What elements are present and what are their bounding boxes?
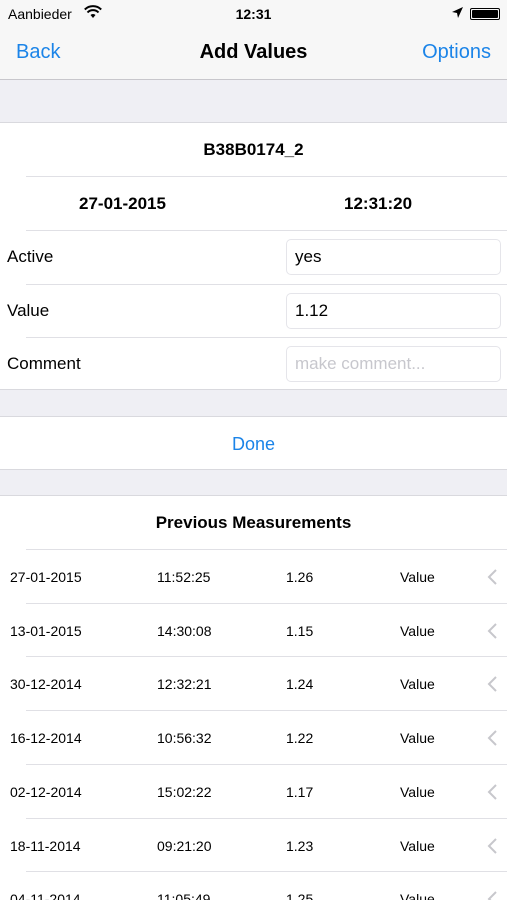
measurement-label: Value bbox=[400, 891, 435, 900]
navigation-bar: Back Add Values Options bbox=[0, 28, 507, 80]
measurement-row[interactable]: 02-12-2014 15:02:22 1.17 Value bbox=[0, 765, 507, 819]
measurement-date: 30-12-2014 bbox=[10, 676, 82, 693]
chevron-left-icon[interactable] bbox=[486, 784, 498, 800]
chevron-left-icon[interactable] bbox=[486, 569, 498, 585]
measurement-time: 09:21:20 bbox=[157, 837, 212, 854]
measurement-time: 10:56:32 bbox=[157, 730, 212, 747]
previous-measurements-title: Previous Measurements bbox=[155, 513, 352, 532]
status-bar: Aanbieder 12:31 bbox=[0, 0, 507, 28]
entry-group: B38B0174_2 27-01-2015 12:31:20 Active ye… bbox=[0, 122, 507, 390]
location-arrow-icon bbox=[452, 7, 463, 18]
value-row: Value 1.12 bbox=[0, 284, 507, 338]
measurement-time: 14:30:08 bbox=[157, 622, 212, 639]
measurement-date: 04-11-2014 bbox=[10, 891, 81, 900]
device-id: B38B0174_2 bbox=[203, 140, 304, 159]
measurement-label: Value bbox=[400, 730, 435, 747]
measurement-label: Value bbox=[400, 622, 435, 639]
chevron-left-icon[interactable] bbox=[486, 676, 498, 693]
active-label: Active bbox=[7, 247, 54, 266]
chevron-left-icon[interactable] bbox=[486, 730, 498, 746]
comment-field[interactable]: make comment... bbox=[286, 346, 501, 382]
entry-date: 27-01-2015 bbox=[79, 194, 166, 213]
measurement-row[interactable]: 18-11-2014 09:21:20 1.23 Value bbox=[0, 819, 507, 873]
measurement-time: 15:02:22 bbox=[157, 783, 212, 800]
chevron-left-icon[interactable] bbox=[486, 622, 498, 639]
measurement-value: 1.15 bbox=[286, 622, 314, 639]
done-group: Done bbox=[0, 416, 507, 470]
measurement-time: 11:05:49 bbox=[157, 891, 211, 900]
measurement-label: Value bbox=[400, 783, 435, 800]
measurement-row[interactable]: 30-12-2014 12:32:21 1.24 Value bbox=[0, 657, 507, 711]
measurement-time: 12:32:21 bbox=[157, 676, 212, 693]
options-button[interactable]: Options bbox=[422, 41, 491, 64]
comment-row: Comment make comment... bbox=[0, 337, 507, 391]
measurement-label: Value bbox=[400, 676, 435, 693]
previous-measurements: Previous Measurements 27-01-2015 11:52:25… bbox=[0, 495, 507, 900]
measurement-date: 27-01-2015 bbox=[10, 569, 82, 585]
measurement-date: 18-11-2014 bbox=[10, 837, 81, 854]
measurement-row[interactable]: 27-01-2015 11:52:25 1.26 Value bbox=[0, 550, 507, 604]
chevron-left-icon[interactable] bbox=[486, 837, 498, 854]
measurement-value: 1.26 bbox=[286, 569, 314, 585]
measurement-date: 02-12-2014 bbox=[10, 783, 82, 800]
measurement-value: 1.24 bbox=[286, 676, 314, 693]
battery-icon bbox=[470, 8, 500, 20]
entry-time: 12:31:20 bbox=[344, 194, 413, 213]
measurement-time: 11:52:25 bbox=[157, 569, 211, 585]
measurement-row[interactable]: 04-11-2014 11:05:49 1.25 Value bbox=[0, 872, 507, 900]
chevron-left-icon[interactable] bbox=[486, 891, 498, 900]
measurement-row[interactable]: 16-12-2014 10:56:32 1.22 Value bbox=[0, 711, 507, 765]
active-field[interactable]: yes bbox=[286, 239, 501, 275]
comment-label: Comment bbox=[7, 354, 81, 373]
done-button[interactable]: Done bbox=[0, 417, 507, 471]
measurement-label: Value bbox=[400, 837, 435, 854]
active-row: Active yes bbox=[0, 230, 507, 284]
measurement-value: 1.23 bbox=[286, 837, 314, 854]
measurement-value: 1.25 bbox=[286, 891, 314, 900]
measurement-value: 1.17 bbox=[286, 783, 314, 800]
measurement-value: 1.22 bbox=[286, 730, 314, 747]
datetime-row: 27-01-2015 12:31:20 bbox=[0, 177, 507, 231]
value-label: Value bbox=[7, 301, 50, 320]
measurement-date: 16-12-2014 bbox=[10, 730, 82, 747]
measurement-date: 13-01-2015 bbox=[10, 622, 82, 639]
status-time: 12:31 bbox=[235, 6, 272, 22]
measurement-row[interactable]: 13-01-2015 14:30:08 1.15 Value bbox=[0, 604, 507, 658]
measurement-label: Value bbox=[400, 569, 435, 585]
value-field[interactable]: 1.12 bbox=[286, 293, 501, 329]
